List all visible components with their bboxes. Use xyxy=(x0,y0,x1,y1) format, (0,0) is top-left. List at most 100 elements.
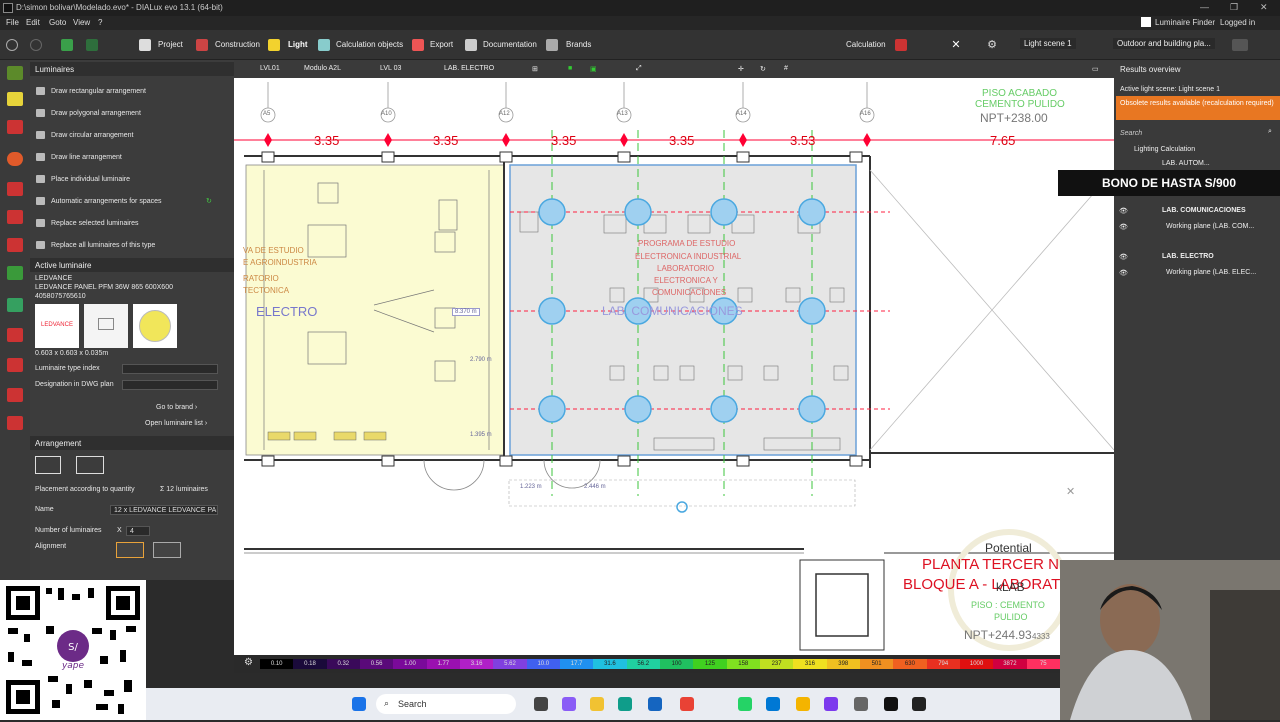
tool-line-arrangement[interactable]: Draw line arrangement xyxy=(36,153,122,161)
luminaire-photo-icon[interactable] xyxy=(84,304,128,348)
luminaire-finder-icon[interactable] xyxy=(1141,17,1151,27)
grid-icon[interactable] xyxy=(7,416,23,430)
move-icon[interactable]: ✛ xyxy=(738,65,744,73)
tab-export[interactable]: Export xyxy=(430,40,453,49)
back-icon[interactable] xyxy=(6,39,18,51)
alignment-edge-button[interactable] xyxy=(153,542,181,558)
menu-goto[interactable]: Goto xyxy=(49,18,66,27)
level-lvl01-tab[interactable]: LVL01 xyxy=(260,65,280,72)
wrench-icon[interactable] xyxy=(7,238,23,252)
room-icon[interactable] xyxy=(7,210,23,224)
tool-replace-selected[interactable]: Replace selected luminaires xyxy=(36,219,139,227)
luminaire-finder-link[interactable]: Luminaire Finder xyxy=(1155,18,1215,27)
number-of-luminaires-input[interactable]: 4 xyxy=(126,526,150,536)
tab-light[interactable]: Light xyxy=(288,40,308,49)
lab-com-node[interactable]: LAB. COMUNICACIONES xyxy=(1162,207,1246,214)
arrangement-mode-grid-icon[interactable] xyxy=(35,456,61,474)
settings-icon[interactable] xyxy=(854,697,868,711)
construction-icon[interactable] xyxy=(196,39,208,51)
luminaires-mode-icon[interactable] xyxy=(7,66,23,80)
tab-calculation-objects[interactable]: Calculation objects xyxy=(336,40,403,49)
green-toggle-icon[interactable]: ■ xyxy=(568,65,572,72)
file-explorer-icon[interactable] xyxy=(590,697,604,711)
calculation-objects-icon[interactable] xyxy=(318,39,330,51)
tool-place-individual[interactable]: Place individual luminaire xyxy=(36,175,130,183)
working-plane-com-node[interactable]: Working plane (LAB. COM... xyxy=(1166,223,1254,230)
taskbar-search[interactable]: ⌕ Search xyxy=(376,694,516,714)
chrome-icon[interactable] xyxy=(680,697,694,711)
logged-in-menu[interactable]: Logged in xyxy=(1220,18,1255,27)
zone-icon[interactable] xyxy=(7,358,23,372)
color-icon[interactable] xyxy=(7,152,23,166)
layout-toggle-icon[interactable] xyxy=(1232,39,1248,51)
tool-rect-arrangement[interactable]: Draw rectangular arrangement xyxy=(36,87,146,95)
search-input[interactable]: Search xyxy=(1120,130,1142,137)
documentation-icon[interactable] xyxy=(465,39,477,51)
tool-polygonal-arrangement[interactable]: Draw polygonal arrangement xyxy=(36,109,141,117)
task-view-icon[interactable] xyxy=(534,697,548,711)
go-to-brand-link[interactable]: Go to brand › xyxy=(156,404,197,411)
working-plane-elec-node[interactable]: Working plane (LAB. ELEC... xyxy=(1166,269,1256,276)
arrangement-mode-field-icon[interactable] xyxy=(76,456,104,474)
menu-view[interactable]: View xyxy=(73,18,90,27)
tool-automatic-arrangements[interactable]: Automatic arrangements for spaces ↻ xyxy=(36,197,212,205)
stop-icon[interactable]: ✕ xyxy=(950,39,962,51)
level-lvl03-select[interactable]: LVL 03 xyxy=(380,65,401,72)
zoom-fit-icon[interactable]: ⊞ xyxy=(532,65,538,73)
window-icon[interactable] xyxy=(7,388,23,402)
alignment-center-button[interactable] xyxy=(116,542,144,558)
copilot-icon[interactable] xyxy=(562,697,576,711)
arrangement-name-input[interactable]: 12 x LEDVANCE LEDVANCE PAN xyxy=(110,505,218,515)
forward-icon[interactable] xyxy=(30,39,42,51)
monitor-icon[interactable]: ▭ xyxy=(1092,65,1099,73)
modulo-tab[interactable]: Modulo A2L xyxy=(304,65,341,72)
close-button[interactable]: ✕ xyxy=(1260,2,1268,13)
save-icon[interactable] xyxy=(61,39,73,51)
plan-view[interactable]: 3.35 3.35 3.35 3.35 3.53 7.65 A5 A10 A12… xyxy=(234,60,1114,655)
export-icon[interactable] xyxy=(412,39,424,51)
tab-construction[interactable]: Construction xyxy=(215,40,260,49)
tool-circular-arrangement[interactable]: Draw circular arrangement xyxy=(36,131,133,139)
room-select[interactable]: LAB. ELECTRO xyxy=(444,65,494,72)
search-icon[interactable]: ⌕ xyxy=(1268,128,1272,136)
light-distribution-icon[interactable] xyxy=(133,304,177,348)
maximize-button[interactable]: ❐ xyxy=(1230,2,1238,13)
menu-help[interactable]: ? xyxy=(98,18,102,27)
open-luminaire-list-link[interactable]: Open luminaire list › xyxy=(145,420,207,427)
light-bulb-icon[interactable] xyxy=(7,92,23,106)
eye-icon[interactable]: 👁 xyxy=(1119,207,1128,215)
settings-gear-icon[interactable]: ⚙ xyxy=(986,39,998,51)
whatsapp-icon[interactable] xyxy=(738,697,752,711)
lab-electro-node[interactable]: LAB. ELECTRO xyxy=(1162,253,1214,260)
rotate-icon[interactable]: ↻ xyxy=(760,65,766,73)
light-icon[interactable] xyxy=(268,39,280,51)
menu-edit[interactable]: Edit xyxy=(26,18,40,27)
dialux-taskbar-icon[interactable] xyxy=(912,697,926,711)
outlook-icon[interactable] xyxy=(648,697,662,711)
chart-icon[interactable] xyxy=(7,328,23,342)
undo-icon[interactable] xyxy=(86,39,98,51)
eye-icon[interactable]: 👁 xyxy=(1119,269,1128,277)
project-icon[interactable] xyxy=(139,39,151,51)
scale-settings-icon[interactable]: ⚙ xyxy=(244,657,253,668)
lab-autom-node[interactable]: LAB. AUTOM... xyxy=(1162,160,1210,167)
lighting-calc-node[interactable]: Lighting Calculation xyxy=(1134,146,1195,153)
edge-icon[interactable] xyxy=(618,697,632,711)
tab-project[interactable]: Project xyxy=(158,40,183,49)
tab-documentation[interactable]: Documentation xyxy=(483,40,537,49)
grid-snap-icon[interactable]: # xyxy=(784,65,788,72)
eye-icon[interactable]: 👁 xyxy=(1119,253,1128,261)
green-toggle-2-icon[interactable]: ▣ xyxy=(590,65,597,73)
close-overlay-icon[interactable]: ✕ xyxy=(1066,485,1075,498)
tool-replace-all[interactable]: Replace all luminaires of this type xyxy=(36,241,155,249)
measure-icon[interactable] xyxy=(7,182,23,196)
tab-brands[interactable]: Brands xyxy=(566,40,591,49)
fit-view-icon[interactable]: ⤢ xyxy=(636,65,642,73)
eye-icon[interactable]: 👁 xyxy=(1119,223,1128,231)
light-scene-select[interactable]: Light scene 1 xyxy=(1020,38,1076,49)
calculation-start-icon[interactable] xyxy=(895,39,907,51)
view-mode-select[interactable]: Outdoor and building pla... xyxy=(1113,38,1215,49)
tool-icon[interactable] xyxy=(7,120,23,134)
canva-icon[interactable] xyxy=(824,697,838,711)
type-index-input[interactable] xyxy=(122,364,218,374)
